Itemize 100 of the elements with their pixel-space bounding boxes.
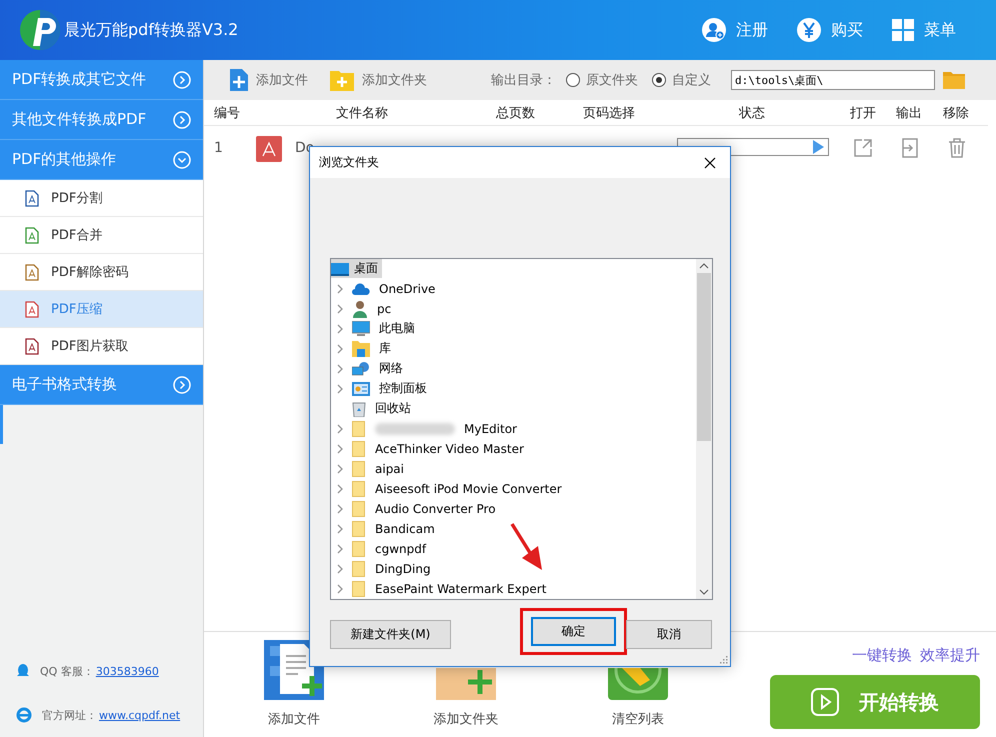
column-header: 打开 (850, 104, 876, 122)
scrollbar[interactable] (696, 259, 712, 599)
tree-item[interactable]: Aiseesoft iPod Movie Converter (375, 482, 562, 496)
annotation-arrow (510, 521, 544, 571)
column-header: 页码选择 (583, 104, 635, 122)
expand-chevron-icon[interactable] (337, 364, 343, 374)
tree-item[interactable]: 回收站 (375, 400, 411, 417)
logo-icon (18, 8, 62, 52)
dialog-button[interactable]: 新建文件夹(M) (330, 620, 451, 649)
expand-chevron-icon[interactable] (337, 464, 343, 474)
column-header: 状态 (739, 104, 765, 122)
yen-icon (796, 17, 822, 43)
tree-item[interactable]: Bandicam (375, 522, 435, 536)
expand-chevron-icon[interactable] (337, 524, 343, 534)
contact-label: QQ 客服： (40, 664, 94, 678)
path-field[interactable]: d:\tools\桌面\ (731, 70, 935, 90)
folder-icon[interactable] (943, 71, 965, 89)
chevron-icon (173, 110, 191, 128)
app-title: 晨光万能pdf转换器V3.2 (64, 20, 238, 40)
play-icon[interactable] (812, 140, 824, 154)
tree-item[interactable]: OneDrive (379, 282, 436, 296)
cloud-icon (352, 282, 370, 294)
slogan-text: 一键转换 (852, 646, 912, 665)
library-folder-icon (352, 340, 370, 356)
expand-chevron-icon[interactable] (337, 584, 343, 594)
add-file-button[interactable]: 添加文件 (230, 69, 308, 91)
add-folder-icon (436, 668, 496, 700)
tree-item[interactable]: cgwnpdf (375, 542, 426, 556)
scroll-up-icon[interactable] (699, 263, 709, 269)
column-header: 文件名称 (336, 104, 388, 122)
expand-chevron-icon[interactable] (337, 344, 343, 354)
tree-item[interactable]: pc (377, 302, 392, 316)
add-folder-button[interactable]: 添加文件夹 (330, 69, 427, 91)
tree-item[interactable]: 库 (379, 340, 391, 357)
recycle-bin-icon (352, 400, 366, 416)
expand-chevron-icon[interactable] (337, 324, 343, 334)
expand-chevron-icon[interactable] (337, 544, 343, 554)
column-header: 编号 (214, 104, 240, 122)
tree-item[interactable]: 控制面板 (379, 380, 427, 397)
tree-item[interactable]: DingDing (375, 562, 431, 576)
expand-chevron-icon[interactable] (337, 424, 343, 434)
open-external-icon[interactable] (853, 138, 873, 158)
tree-item[interactable]: aipai (375, 462, 404, 476)
grid-icon (891, 18, 915, 42)
expand-chevron-icon[interactable] (337, 384, 343, 394)
folder-icon (352, 500, 366, 516)
contact-link[interactable]: 303583960 (96, 664, 159, 678)
folder-icon (352, 520, 366, 536)
chevron-icon (173, 376, 191, 394)
contact-label: 官方网址： (42, 708, 97, 722)
expand-chevron-icon[interactable] (337, 484, 343, 494)
radio-option[interactable]: 自定义 (652, 71, 711, 89)
user-icon (701, 17, 727, 43)
tree-item[interactable]: MyEditor (464, 422, 517, 436)
dialog-button[interactable]: 取消 (626, 620, 712, 649)
expand-chevron-icon[interactable] (337, 564, 343, 574)
output-label: 输出目录： (491, 72, 556, 89)
desktop-icon (331, 262, 349, 276)
trash-icon[interactable] (948, 138, 966, 158)
dialog-title: 浏览文件夹 (319, 154, 379, 171)
play-icon (811, 688, 839, 716)
add-folder-icon (330, 69, 354, 91)
expand-chevron-icon[interactable] (337, 304, 343, 314)
close-icon (704, 156, 716, 168)
column-header: 输出 (896, 104, 922, 122)
folder-icon (352, 440, 366, 456)
folder-icon (352, 480, 366, 496)
column-header: 移除 (943, 104, 969, 122)
pdf-icon (256, 136, 282, 162)
folder-icon (352, 560, 366, 576)
chevron-icon (173, 150, 191, 168)
expand-chevron-icon[interactable] (337, 444, 343, 454)
network-icon (352, 360, 370, 376)
folder-icon (352, 580, 366, 596)
contact-link[interactable]: www.cqpdf.net (99, 708, 180, 722)
control-panel-icon (352, 382, 370, 396)
dialog-button[interactable]: 确定 (531, 617, 616, 646)
expand-chevron-icon[interactable] (337, 504, 343, 514)
chevron-icon (173, 70, 191, 88)
monitor-icon (352, 320, 370, 336)
folder-icon (352, 460, 366, 476)
add-file-icon (230, 69, 248, 91)
radio-option[interactable]: 原文件夹 (566, 71, 638, 89)
export-icon[interactable] (902, 138, 918, 158)
broom-icon (608, 668, 668, 700)
column-header: 总页数 (496, 104, 535, 122)
folder-icon (352, 420, 366, 436)
tree-item[interactable]: AceThinker Video Master (375, 442, 524, 456)
person-icon (352, 300, 368, 318)
tree-item[interactable]: 网络 (379, 360, 403, 377)
tree-item[interactable]: EasePaint Watermark Expert (375, 582, 546, 596)
tree-item[interactable]: Audio Converter Pro (375, 502, 496, 516)
expand-chevron-icon[interactable] (337, 284, 343, 294)
resize-grip-icon[interactable] (718, 654, 728, 664)
tree-item[interactable]: 桌面 (331, 259, 382, 278)
tree-item[interactable]: 此电脑 (379, 320, 415, 337)
folder-icon (352, 540, 366, 556)
slogan-text: 效率提升 (920, 646, 980, 665)
row-number: 1 (214, 140, 223, 156)
scroll-down-icon[interactable] (699, 589, 709, 595)
